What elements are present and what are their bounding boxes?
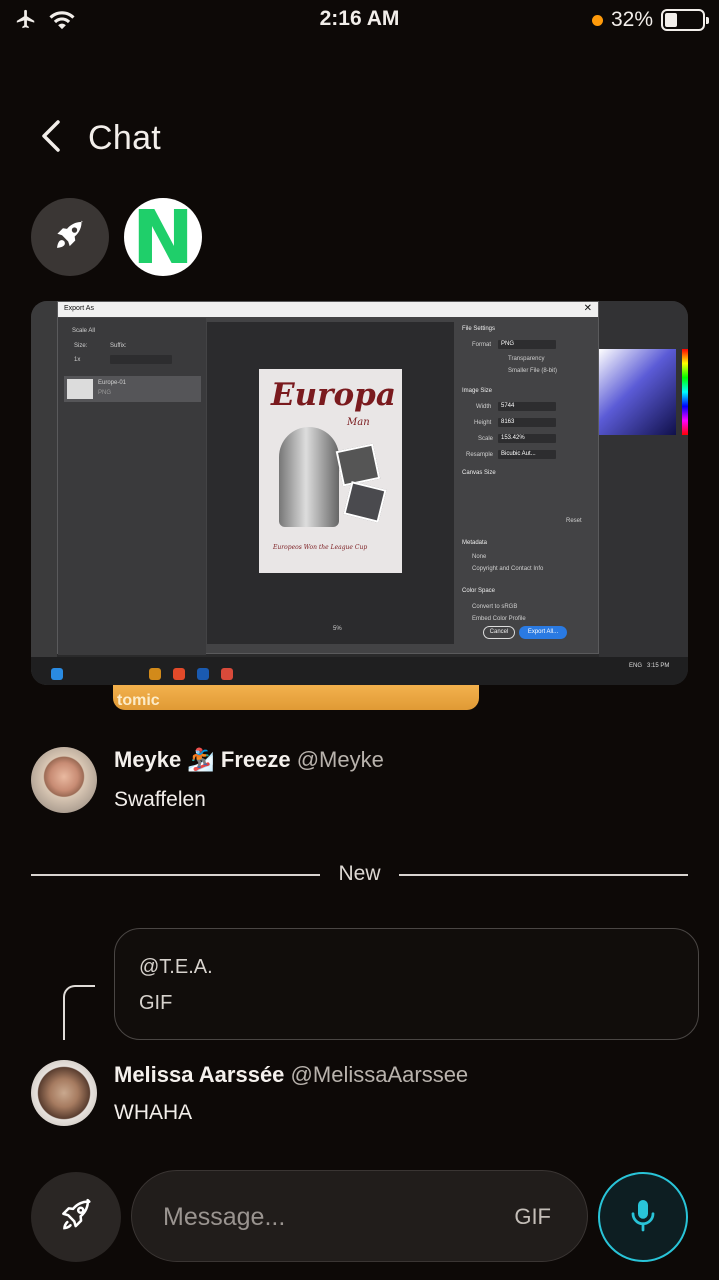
suffix-label: Suffix: <box>110 343 127 349</box>
taskbar-lang: ENG <box>629 663 643 669</box>
color-picker <box>599 349 676 435</box>
asset-meta: PNG <box>98 390 112 396</box>
channel-n[interactable]: N <box>124 198 202 276</box>
taskbar-time: 3:15 PM <box>647 663 670 669</box>
scale-value: 1x <box>74 357 81 363</box>
poster-title: Europa <box>271 377 396 413</box>
dialog-title: Export As <box>64 305 94 312</box>
recording-dot <box>591 14 603 26</box>
rocket-icon <box>52 217 88 258</box>
metadata-heading: Metadata <box>462 540 488 546</box>
format-label: Format <box>472 342 492 348</box>
mic-icon <box>628 1197 658 1238</box>
height-value: 8163 <box>501 419 515 425</box>
author-name: Melissa Aarssée <box>114 1062 285 1087</box>
author-handle: @MelissaAarssee <box>290 1062 469 1087</box>
taskbar-app-2 <box>149 668 161 680</box>
format-value: PNG <box>501 341 515 347</box>
taskbar-app-1 <box>51 668 63 680</box>
ps-toolbar <box>31 301 57 685</box>
height-label: Height <box>474 420 492 426</box>
asset-row: Europe-01 PNG <box>64 376 201 402</box>
smaller-file-label: Smaller File (8-bit) <box>508 368 558 374</box>
reset-label: Reset <box>566 518 582 524</box>
poster-subtitle: Man <box>347 417 370 428</box>
resample-label: Resample <box>466 452 494 458</box>
reply-quote[interactable]: @T.E.A. GIF <box>114 928 699 1040</box>
meta-none: None <box>472 554 487 560</box>
dialog-preview: Europa Man Europeos Won the League Cup 5… <box>207 322 454 644</box>
zoom-level: 5% <box>333 626 342 632</box>
color-space-heading: Color Space <box>462 588 496 594</box>
page-title: Chat <box>88 119 162 157</box>
rocket-button[interactable] <box>31 1172 121 1262</box>
resample-field: Bicubic Aut... <box>498 450 556 459</box>
dialog-export-button: Export All... <box>519 626 567 639</box>
chat-header: Chat <box>38 118 161 159</box>
width-value: 5744 <box>501 403 515 409</box>
scale-pct: 153.42% <box>501 435 525 441</box>
dialog-cancel-button: Cancel <box>483 626 515 639</box>
rocket-icon <box>57 1196 95 1239</box>
message-text: WHAHA <box>114 1101 193 1124</box>
message-author[interactable]: Meyke 🏂 Freeze @Meyke <box>114 747 384 773</box>
format-select: PNG <box>498 340 556 349</box>
embed-profile: Embed Color Profile <box>472 616 526 622</box>
asset-thumb <box>67 379 93 399</box>
reply-to-handle: @T.E.A. <box>139 956 213 978</box>
dialog-titlebar: Export As ✕ <box>58 302 598 317</box>
chevron-left-icon[interactable] <box>38 118 66 159</box>
channel-rocket[interactable] <box>31 198 109 276</box>
avatar[interactable] <box>31 1060 97 1126</box>
message-input[interactable]: Message... GIF <box>131 1170 588 1262</box>
resample-value: Bicubic Aut... <box>501 451 536 457</box>
dialog-settings: File Settings Format PNG Transparency Sm… <box>462 318 596 655</box>
file-settings-heading: File Settings <box>462 326 496 332</box>
export-dialog: Export As ✕ Scale All Size: Suffix: 1x E… <box>57 301 599 655</box>
width-label: Width <box>476 404 492 410</box>
trophy-graphic <box>279 427 339 527</box>
message-author[interactable]: Melissa Aarssée @MelissaAarssee <box>114 1062 468 1088</box>
taskbar-app-4 <box>197 668 209 680</box>
convert-srgb: Convert to sRGB <box>472 604 518 610</box>
author-name: Meyke 🏂 Freeze <box>114 747 291 772</box>
avatar[interactable] <box>31 747 97 813</box>
taskbar-app-3 <box>173 668 185 680</box>
transparency-label: Transparency <box>508 356 545 362</box>
food-caption: tomic <box>117 692 160 709</box>
hue-slider <box>682 349 688 435</box>
gif-button[interactable]: GIF <box>514 1204 551 1230</box>
dialog-asset-panel: Scale All Size: Suffix: 1x Europe-01 PNG <box>58 318 206 655</box>
message-placeholder: Message... <box>163 1203 286 1231</box>
poster-footer: Europeos Won the League Cup <box>273 544 368 551</box>
poster-image: Europa Man Europeos Won the League Cup <box>259 369 402 573</box>
scale-field: 153.42% <box>498 434 556 443</box>
meta-copyright: Copyright and Contact Info <box>472 566 544 572</box>
author-handle: @Meyke <box>296 747 384 772</box>
message-text: Swaffelen <box>114 788 206 811</box>
windows-taskbar: ENG 3:15 PM <box>31 657 688 685</box>
divider-line-right <box>399 874 688 876</box>
size-label: Size: <box>74 343 88 349</box>
image-size-heading: Image Size <box>462 388 493 394</box>
width-field: 5744 <box>498 402 556 411</box>
suffix-field <box>110 355 172 364</box>
poster-photo-2 <box>343 481 387 523</box>
canvas-size-heading: Canvas Size <box>462 470 496 476</box>
height-field: 8163 <box>498 418 556 427</box>
n-logo: N <box>132 198 194 276</box>
attachment-screenshot[interactable]: Export As ✕ Scale All Size: Suffix: 1x E… <box>31 301 688 685</box>
battery-icon <box>661 9 709 31</box>
scale-label: Scale <box>478 436 494 442</box>
scale-all-label: Scale All <box>72 328 96 334</box>
reply-text: GIF <box>139 992 173 1014</box>
reply-connector <box>63 985 95 1040</box>
mic-button[interactable] <box>598 1172 688 1262</box>
status-bar: 2:16 AM 32% <box>0 0 719 40</box>
poster-photo-1 <box>335 443 381 487</box>
battery-percent: 32% <box>610 8 653 31</box>
close-icon: ✕ <box>583 303 592 314</box>
asset-name: Europe-01 <box>98 380 127 386</box>
taskbar-app-5 <box>221 668 233 680</box>
